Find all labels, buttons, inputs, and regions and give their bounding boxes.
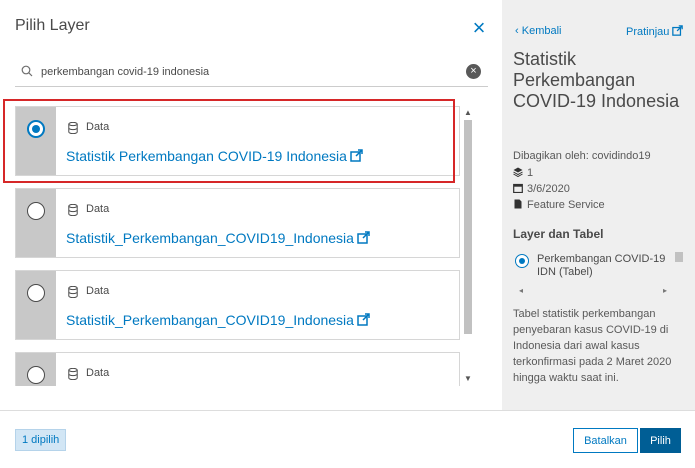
result-title-text: Statistik_Perkembangan_COVID19_Indonesia: [66, 230, 354, 246]
shared-by: Dibagikan oleh: covidindo19: [513, 150, 651, 162]
back-label: Kembali: [521, 25, 562, 37]
layer-radio[interactable]: [515, 254, 529, 268]
select-button[interactable]: Pilih: [640, 428, 681, 453]
calendar-icon: [513, 183, 523, 193]
selected-count-badge: 1 dipilih: [15, 429, 67, 451]
results-scrollbar[interactable]: ▲ ▼: [462, 106, 474, 386]
result-type-label: Data: [86, 367, 110, 379]
result-radio-1[interactable]: [27, 120, 45, 138]
layers-tables-heading: Layer dan Tabel: [513, 227, 604, 241]
service-type: Feature Service: [527, 199, 605, 211]
layer-description: Tabel statistik perkembangan penyebaran …: [513, 308, 672, 384]
date-row: 3/6/2020: [513, 183, 570, 195]
layer-count: 1: [527, 167, 534, 179]
layer-horizontal-scrollbar[interactable]: ◂ ▸: [513, 285, 673, 297]
preview-label: Pratinjau: [626, 26, 670, 38]
database-icon: [68, 286, 78, 298]
result-card-2[interactable]: Data Statistik_Perkembangan_COVID19_Indo…: [15, 188, 460, 258]
cancel-button[interactable]: Batalkan: [573, 428, 638, 453]
card-rail: [16, 107, 56, 175]
database-icon: [68, 368, 78, 380]
result-radio-3[interactable]: [27, 284, 45, 302]
search-icon: [21, 65, 33, 77]
back-link[interactable]: ‹ Kembali: [515, 25, 561, 37]
card-rail: [16, 271, 56, 339]
result-title-text: Statistik_Perkembangan_COVID19_Indonesia: [66, 312, 354, 328]
clear-search-icon[interactable]: ×: [466, 64, 481, 79]
database-icon: [68, 204, 78, 216]
layer-count-row: 1: [513, 167, 533, 179]
scroll-down-icon[interactable]: ▼: [464, 374, 472, 383]
external-link-icon: [672, 25, 684, 36]
select-layer-dialog: Pilih Layer × × Data Statistik Perk: [0, 0, 695, 468]
result-radio-2[interactable]: [27, 202, 45, 220]
result-card-4[interactable]: Data: [15, 352, 460, 386]
search-input[interactable]: [41, 62, 461, 82]
results-list: Data Statistik Perkembangan COVID-19 Ind…: [15, 106, 460, 386]
card-rail: [16, 189, 56, 257]
result-type-label: Data: [86, 203, 110, 215]
dialog-title: Pilih Layer: [15, 17, 90, 34]
result-title-text: Statistik Perkembangan COVID-19 Indonesi…: [66, 148, 347, 164]
external-link-icon: [350, 149, 363, 162]
result-type-label: Data: [86, 285, 110, 297]
chevron-left-icon: ‹: [515, 25, 522, 37]
layer-name[interactable]: Perkembangan COVID-19 IDN (Tabel): [537, 253, 677, 279]
external-link-icon: [357, 313, 370, 326]
search-pane: Pilih Layer × × Data Statistik Perk: [0, 0, 502, 410]
scroll-thumb[interactable]: [464, 120, 472, 334]
scroll-up-icon[interactable]: ▲: [464, 108, 472, 117]
database-icon: [68, 122, 78, 134]
close-icon[interactable]: ×: [470, 17, 488, 39]
result-type-label: Data: [86, 121, 110, 133]
details-title: Statistik Perkembangan COVID-19 Indonesi…: [513, 49, 680, 111]
external-link-icon: [357, 231, 370, 244]
document-icon: [514, 199, 522, 209]
service-row: Feature Service: [513, 199, 605, 211]
layers-icon: [513, 167, 523, 177]
date-value: 3/6/2020: [527, 183, 570, 195]
details-pane: ‹ Kembali Pratinjau Statistik Perkembang…: [502, 0, 695, 410]
layer-scroll-thumb[interactable]: [675, 252, 683, 262]
scroll-left-icon[interactable]: ◂: [519, 286, 523, 295]
preview-link[interactable]: Pratinjau: [626, 25, 684, 38]
scroll-right-icon[interactable]: ▸: [663, 286, 667, 295]
result-title-link-1[interactable]: Statistik Perkembangan COVID-19 Indonesi…: [66, 148, 363, 164]
result-card-3[interactable]: Data Statistik_Perkembangan_COVID19_Indo…: [15, 270, 460, 340]
search-bar: ×: [15, 57, 488, 87]
result-radio-4[interactable]: [27, 366, 45, 384]
result-title-link-2[interactable]: Statistik_Perkembangan_COVID19_Indonesia: [66, 230, 370, 246]
result-card-1[interactable]: Data Statistik Perkembangan COVID-19 Ind…: [15, 106, 460, 176]
result-title-link-3[interactable]: Statistik_Perkembangan_COVID19_Indonesia: [66, 312, 370, 328]
dialog-footer: 1 dipilih Batalkan Pilih: [0, 410, 695, 468]
